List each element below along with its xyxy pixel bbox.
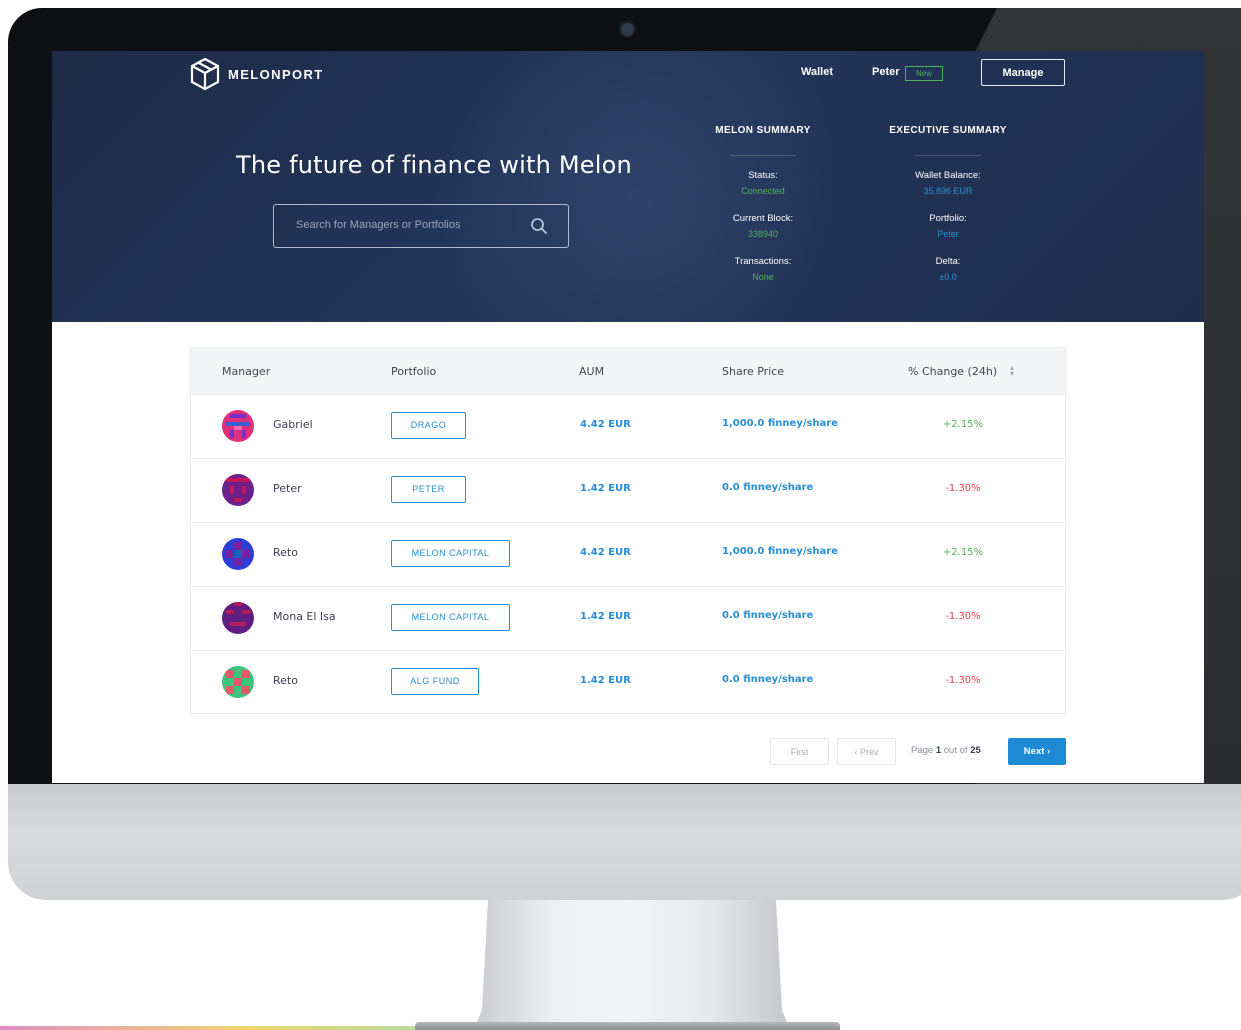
brand-name: MELONPORT — [228, 66, 324, 82]
portfolio-value: Peter — [937, 229, 959, 239]
manager-name[interactable]: Reto — [273, 546, 298, 559]
transactions-value: None — [752, 272, 774, 282]
aum-value: 1.42 EUR — [580, 675, 631, 686]
column-header-share-price[interactable]: Share Price — [722, 365, 784, 378]
column-header-aum[interactable]: AUM — [579, 365, 604, 378]
prev-label: Prev — [860, 747, 879, 757]
webcam-icon — [621, 23, 634, 36]
manager-name[interactable]: Gabriel — [273, 418, 313, 431]
table-row[interactable]: Gabriel DRAGO 4.42 EUR 1,000.0 finney/sh… — [191, 394, 1065, 459]
aum-value: 4.42 EUR — [580, 419, 631, 430]
share-price-value: 0.0 finney/share — [722, 610, 814, 621]
portfolio-button[interactable]: MELON CAPITAL — [391, 540, 510, 567]
change-value: -1.30% — [945, 483, 981, 494]
page-current: 1 — [935, 745, 942, 756]
page-total: 25 — [970, 745, 981, 756]
column-header-manager[interactable]: Manager — [222, 365, 270, 378]
portfolio-button[interactable]: PETER — [391, 476, 466, 503]
table-row[interactable]: Mona El Isa MELON CAPITAL 1.42 EUR 0.0 f… — [191, 586, 1065, 651]
next-page-button[interactable]: Next › — [1008, 738, 1066, 765]
share-price-value: 1,000.0 finney/share — [722, 418, 839, 429]
change-value: +2.15% — [942, 419, 984, 430]
chevron-left-icon: ‹ — [854, 747, 858, 757]
portfolio-label: Portfolio: — [929, 213, 967, 224]
first-page-button[interactable]: First — [770, 738, 829, 765]
page-indicator: Page 1 out of 25 — [911, 745, 981, 756]
portfolio-button[interactable]: ALG FUND — [391, 668, 479, 695]
manager-name[interactable]: Peter — [273, 482, 302, 495]
sort-arrows-icon[interactable]: ▴ ▾ — [1010, 364, 1014, 378]
avatar — [222, 666, 254, 698]
nav-user-link[interactable]: Peter — [872, 66, 900, 78]
search-input[interactable]: Search for Managers or Portfolios — [273, 204, 569, 248]
change-value: +2.15% — [942, 547, 984, 558]
decorative-strip — [0, 1026, 415, 1030]
new-badge: New — [905, 66, 943, 81]
manager-name[interactable]: Mona El Isa — [273, 610, 336, 623]
executive-summary-title: EXECUTIVE SUMMARY — [889, 125, 1007, 136]
avatar — [222, 474, 254, 506]
portfolio-button[interactable]: DRAGO — [391, 412, 466, 439]
nav-wallet-link[interactable]: Wallet — [801, 66, 833, 78]
brand-logo[interactable]: MELONPORT — [190, 57, 324, 91]
current-block-value: 338940 — [747, 229, 779, 239]
status-value: Connected — [741, 186, 785, 196]
next-label: Next — [1023, 746, 1045, 757]
share-price-value: 0.0 finney/share — [722, 674, 814, 685]
aum-value: 4.42 EUR — [580, 547, 631, 558]
share-price-value: 1,000.0 finney/share — [722, 546, 839, 557]
table-row[interactable]: Reto MELON CAPITAL 4.42 EUR 1,000.0 finn… — [191, 522, 1065, 587]
status-label: Status: — [748, 170, 778, 181]
hero-header: MELONPORT Wallet Peter New Manage The fu… — [52, 51, 1204, 322]
app-screen: MELONPORT Wallet Peter New Manage The fu… — [52, 51, 1204, 783]
table-row[interactable]: Reto ALG FUND 1.42 EUR 0.0 finney/share … — [191, 650, 1065, 714]
search-icon[interactable] — [530, 217, 548, 235]
column-header-portfolio[interactable]: Portfolio — [391, 365, 436, 378]
avatar — [222, 410, 254, 442]
manager-name[interactable]: Reto — [273, 674, 298, 687]
search-placeholder: Search for Managers or Portfolios — [296, 219, 461, 231]
table-row[interactable]: Peter PETER 1.42 EUR 0.0 finney/share -1… — [191, 458, 1065, 523]
delta-value: ±0.0 — [939, 272, 957, 282]
managers-table: Manager Portfolio AUM Share Price % Chan… — [190, 347, 1066, 714]
divider — [730, 155, 796, 156]
melon-summary-title: MELON SUMMARY — [715, 125, 811, 136]
monitor-chin — [8, 784, 1241, 900]
aum-value: 1.42 EUR — [580, 611, 631, 622]
delta-label: Delta: — [935, 256, 961, 267]
table-header: Manager Portfolio AUM Share Price % Chan… — [191, 348, 1065, 395]
page-mid: out of — [943, 745, 968, 756]
monitor-foot — [415, 1022, 840, 1030]
hero-title: The future of finance with Melon — [236, 151, 632, 179]
portfolio-button[interactable]: MELON CAPITAL — [391, 604, 510, 631]
share-price-value: 0.0 finney/share — [722, 482, 814, 493]
chevron-right-icon: › — [1047, 746, 1051, 757]
wallet-balance-label: Wallet Balance: — [915, 170, 981, 181]
wallet-balance-value: 35.896 EUR — [923, 186, 973, 196]
aum-value: 1.42 EUR — [580, 483, 631, 494]
prev-page-button[interactable]: ‹ Prev — [837, 738, 896, 765]
manage-button[interactable]: Manage — [981, 59, 1065, 86]
change-value: -1.30% — [945, 675, 981, 686]
avatar — [222, 602, 254, 634]
transactions-label: Transactions: — [734, 256, 792, 267]
column-header-change[interactable]: % Change (24h) — [908, 365, 997, 378]
divider — [915, 155, 981, 156]
current-block-label: Current Block: — [732, 213, 794, 224]
page-prefix: Page — [911, 745, 934, 756]
cube-logo-icon — [190, 57, 220, 91]
change-value: -1.30% — [945, 611, 981, 622]
monitor-stand — [476, 900, 788, 1025]
avatar — [222, 538, 254, 570]
